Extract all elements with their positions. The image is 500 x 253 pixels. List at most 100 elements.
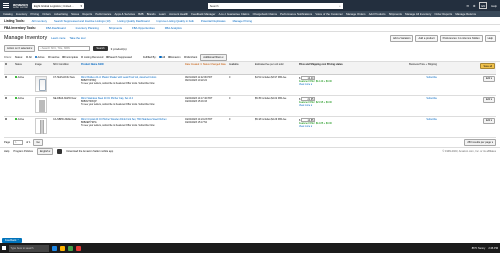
product-thumbnail[interactable] <box>35 96 47 113</box>
chrome-icon[interactable] <box>68 245 73 251</box>
program-policies-link[interactable]: Program Policies <box>13 150 33 153</box>
col-date-created[interactable]: Date Created ▼ Status Changed Date <box>184 62 228 75</box>
taskbar-search-input[interactable]: Type here to search <box>9 244 49 252</box>
listing-tool-link[interactable]: Improve Listing Quality in bulk <box>157 19 194 23</box>
nav-item[interactable]: Reports <box>82 12 92 16</box>
view-more-link[interactable]: View more ▾ <box>299 104 312 107</box>
status-active-radio[interactable]: Active <box>34 56 45 59</box>
logo[interactable]: amazon seller central <box>13 2 28 9</box>
nav-item[interactable]: Performance <box>95 12 111 16</box>
col-product-name[interactable]: Product Name ASIN <box>80 62 184 75</box>
edit-dropdown[interactable]: Edit ▾ <box>483 96 495 103</box>
weather-text[interactable]: 86°F Sunny <box>472 247 486 250</box>
col-price[interactable]: Price and Shipping cost Pricing status <box>298 62 358 75</box>
status-all-radio[interactable]: All <box>25 56 32 59</box>
language-dropdown[interactable]: English ▾ <box>36 148 54 155</box>
fulfilled-all-radio[interactable]: All <box>159 56 165 59</box>
status-inactive-radio[interactable]: Inactive <box>47 56 59 59</box>
menu-icon[interactable] <box>3 3 9 8</box>
app-icon[interactable] <box>76 245 81 251</box>
nav-item[interactable]: Performance Notifications <box>280 12 312 16</box>
select-all-checkbox[interactable] <box>4 62 14 75</box>
col-available[interactable]: Available <box>228 62 254 75</box>
nav-item[interactable]: Catalog <box>3 12 13 16</box>
nav-item[interactable]: Manage Returns <box>455 12 476 16</box>
col-status[interactable]: Status <box>14 62 34 75</box>
nav-item[interactable]: Advertising <box>54 12 68 16</box>
subscribe-link[interactable]: Subscribe <box>426 118 437 121</box>
help-link[interactable]: Help <box>491 4 497 8</box>
fba-tool-link[interactable]: FBA Opportunities <box>132 26 155 30</box>
results-per-page-dropdown[interactable]: 250 results per page ▾ <box>464 138 496 146</box>
nav-item[interactable]: Learn <box>159 12 166 16</box>
additional-filters-button[interactable]: Additional filters ▾ <box>200 53 227 61</box>
windows-start-icon[interactable] <box>2 246 6 250</box>
view-more-link[interactable]: View more ▾ <box>299 125 312 128</box>
status-suppressed-radio[interactable]: Search Suppressed <box>106 56 132 59</box>
fulfilled-merchant-radio[interactable]: Merchant <box>183 56 197 59</box>
add-product-button[interactable]: Add a product <box>415 34 438 42</box>
taskview-icon[interactable] <box>52 245 57 251</box>
edit-dropdown[interactable]: Edit ▾ <box>483 75 495 82</box>
listing-tool-link[interactable]: All Inventory <box>32 19 47 23</box>
nav-item[interactable]: Stores <box>71 12 79 16</box>
listing-tool-link[interactable]: Search Suppressed and Inactive Listings … <box>54 19 110 23</box>
status-incomplete-radio[interactable]: Incomplete <box>62 56 78 59</box>
preferences-button[interactable]: Preferences: 11 columns hidden <box>439 34 483 42</box>
subscribe-link[interactable]: Subscribe <box>426 97 437 100</box>
fulfilled-amazon-radio[interactable]: Amazon <box>168 56 181 59</box>
row-checkbox[interactable] <box>5 96 8 99</box>
mail-icon[interactable]: ✉ <box>466 4 468 8</box>
fba-tool-link[interactable]: FBA Dashboard <box>46 26 66 30</box>
clock[interactable]: 2:46 PM <box>488 247 498 250</box>
nav-item[interactable]: Shipments <box>389 12 402 16</box>
learn-more-link[interactable]: Learn more <box>51 36 65 40</box>
add-variation-button[interactable]: Add a Variation <box>389 34 414 42</box>
listing-tool-link[interactable]: Manage Pricing <box>233 19 252 23</box>
fba-tool-link[interactable]: Shipments <box>109 26 122 30</box>
nav-item[interactable]: Account Health <box>169 12 188 16</box>
subscribe-link[interactable]: Subscribe <box>426 76 437 79</box>
mobile-app-text[interactable]: Download the Amazon Seller mobile app <box>66 150 113 153</box>
nav-item[interactable]: Inventory <box>16 12 28 16</box>
row-checkbox[interactable] <box>5 117 8 120</box>
go-button[interactable]: Go <box>33 138 43 146</box>
help-footer-link[interactable]: Help <box>4 150 9 153</box>
product-thumbnail[interactable] <box>35 117 47 134</box>
nav-item[interactable]: Voice of the Customer <box>315 12 343 16</box>
status-removed-radio[interactable]: Listing Removed <box>81 56 103 59</box>
search-button[interactable]: Search <box>93 46 108 51</box>
search-icon[interactable]: ⌕ <box>339 4 341 8</box>
nav-item[interactable]: A-to-z Guarantee Claims <box>219 12 250 16</box>
row-checkbox[interactable] <box>5 75 8 78</box>
language-selector[interactable]: EN <box>479 2 488 9</box>
inventory-search-input[interactable]: ⌕ Search SKU, Title, ISBN <box>38 46 91 51</box>
help-button[interactable]: Help <box>484 34 496 42</box>
view-more-link[interactable]: View more ▾ <box>299 83 312 86</box>
product-thumbnail[interactable] <box>35 75 47 92</box>
file-explorer-icon[interactable] <box>60 245 65 251</box>
nav-item[interactable]: Manage Orders <box>346 12 365 16</box>
col-sku[interactable]: SKU Condition <box>52 62 80 75</box>
nav-item[interactable]: Pricing <box>31 12 40 16</box>
nav-item[interactable]: Feedback Manager <box>191 12 215 16</box>
store-selector[interactable]: Eight Global Logistics | United... ▾ <box>31 2 84 9</box>
settings-icon[interactable]: ⚙ <box>473 4 476 8</box>
listing-tool-link[interactable]: Listing Quality Dashboard <box>117 19 149 23</box>
nav-item[interactable]: Orders <box>42 12 51 16</box>
nav-item[interactable]: Add Products <box>369 12 386 16</box>
search-input[interactable]: Search ⌕ <box>207 2 343 9</box>
nav-item[interactable]: Brands <box>147 12 156 16</box>
fba-tool-link[interactable]: Inventory Planning <box>76 26 99 30</box>
listing-tool-link[interactable]: Potential Duplicates <box>201 19 226 23</box>
nav-item[interactable]: Chargeback Claims <box>253 12 277 16</box>
fba-tool-link[interactable]: FBA Analytics <box>165 26 182 30</box>
bulk-action-dropdown[interactable]: Action on 0 selected ▾ <box>4 45 36 52</box>
nav-item[interactable]: Manage All Inventory <box>405 12 431 16</box>
save-all-button[interactable]: Save all <box>480 63 495 69</box>
edit-dropdown[interactable]: Edit ▾ <box>483 117 495 124</box>
nav-item[interactable]: Order Reports <box>434 12 452 16</box>
page-number-input[interactable]: 1 <box>13 139 24 145</box>
take-tour-link[interactable]: Take the tour <box>69 36 85 40</box>
nav-item[interactable]: Apps & Services <box>115 12 136 16</box>
